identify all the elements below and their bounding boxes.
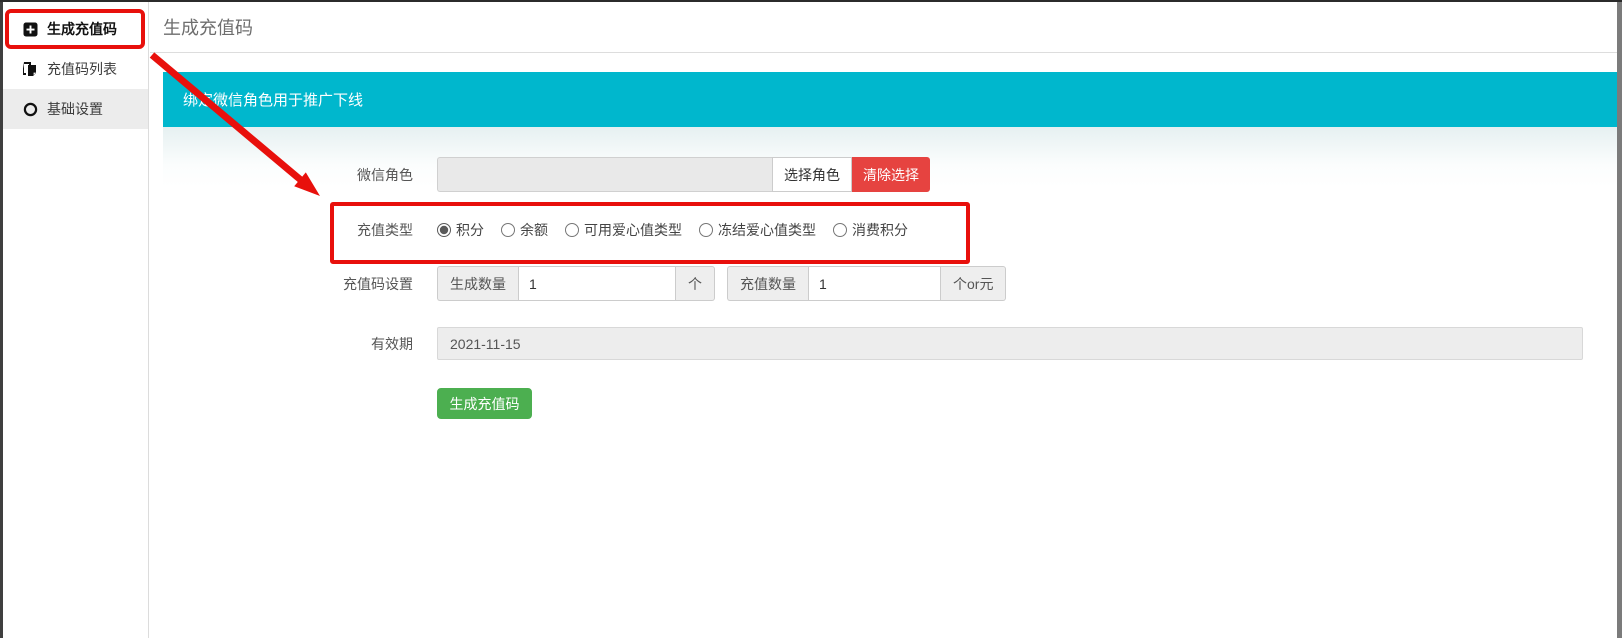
- generate-quantity-group: 生成数量 个: [437, 266, 715, 301]
- wechat-role-label: 微信角色: [198, 165, 413, 185]
- generate-quantity-suffix: 个: [676, 266, 715, 301]
- recharge-type-options: 积分 余额 可用爱心值类型 冻结爱心值类型: [437, 220, 925, 240]
- radio-input[interactable]: [437, 223, 451, 237]
- generate-code-button[interactable]: 生成充值码: [437, 388, 532, 419]
- recharge-type-row: 充值类型 积分 余额 可用爱心值类型: [198, 220, 1583, 240]
- radio-label: 冻结爱心值类型: [718, 220, 816, 240]
- collapsed-nav-strip: [0, 0, 3, 638]
- sidebar-item-code-list[interactable]: 充值码列表: [3, 49, 148, 89]
- title-bar: 生成充值码: [150, 2, 1617, 53]
- page-title: 生成充值码: [163, 14, 253, 40]
- top-border: [0, 0, 1622, 2]
- generate-quantity-input[interactable]: [518, 266, 676, 301]
- radio-input[interactable]: [501, 223, 515, 237]
- radio-input[interactable]: [833, 223, 847, 237]
- radio-label: 可用爱心值类型: [584, 220, 682, 240]
- validity-row: 有效期: [198, 327, 1583, 360]
- wechat-role-row: 微信角色 选择角色 清除选择: [198, 157, 1583, 192]
- app-window: 生成充值码 充值码列表 基础设置 生成充值码 绑定微信角色用于推广下线 微信角色: [0, 0, 1622, 638]
- recharge-type-label: 充值类型: [198, 220, 413, 240]
- sidebar: 生成充值码 充值码列表 基础设置: [3, 2, 149, 638]
- code-settings-label: 充值码设置: [198, 274, 413, 294]
- recharge-quantity-group: 充值数量 个or元: [727, 266, 1006, 301]
- select-role-button[interactable]: 选择角色: [772, 157, 852, 192]
- submit-row: 生成充值码: [198, 388, 1583, 419]
- plus-square-icon: [22, 21, 38, 37]
- generate-code-panel: 绑定微信角色用于推广下线 微信角色 选择角色 清除选择 充值类型: [163, 72, 1618, 587]
- code-settings-row: 充值码设置 生成数量 个 充值数量 个or元: [198, 266, 1583, 301]
- circle-icon: [22, 101, 38, 117]
- recharge-quantity-addon: 充值数量: [727, 266, 808, 301]
- clear-selection-button[interactable]: 清除选择: [852, 157, 930, 192]
- wechat-role-group: 选择角色 清除选择: [437, 157, 930, 192]
- vertical-scrollbar[interactable]: [1617, 0, 1622, 638]
- radio-label: 积分: [456, 220, 484, 240]
- sidebar-item-label: 充值码列表: [47, 59, 117, 79]
- radio-input[interactable]: [565, 223, 579, 237]
- radio-option-consume-points[interactable]: 消费积分: [833, 220, 908, 240]
- generate-quantity-addon: 生成数量: [437, 266, 518, 301]
- radio-label: 余额: [520, 220, 548, 240]
- wechat-role-input[interactable]: [437, 157, 772, 192]
- radio-option-balance[interactable]: 余额: [501, 220, 548, 240]
- sidebar-item-basic-settings[interactable]: 基础设置: [3, 89, 148, 129]
- sidebar-item-generate-code[interactable]: 生成充值码: [3, 9, 148, 49]
- panel-header: 绑定微信角色用于推广下线: [163, 72, 1618, 127]
- recharge-quantity-input[interactable]: [808, 266, 941, 301]
- radio-label: 消费积分: [852, 220, 908, 240]
- radio-input[interactable]: [699, 223, 713, 237]
- recharge-quantity-suffix: 个or元: [941, 266, 1006, 301]
- copy-icon: [22, 61, 38, 77]
- main-content: 生成充值码 绑定微信角色用于推广下线 微信角色 选择角色 清除选择 充值类型: [150, 2, 1617, 638]
- sidebar-item-label: 生成充值码: [47, 19, 117, 39]
- validity-date-input[interactable]: [437, 327, 1583, 360]
- radio-option-frozen-love-value[interactable]: 冻结爱心值类型: [699, 220, 816, 240]
- radio-option-available-love-value[interactable]: 可用爱心值类型: [565, 220, 682, 240]
- validity-label: 有效期: [198, 334, 413, 354]
- panel-body: 微信角色 选择角色 清除选择 充值类型 积分: [163, 127, 1618, 587]
- radio-option-points[interactable]: 积分: [437, 220, 484, 240]
- sidebar-item-label: 基础设置: [47, 99, 103, 119]
